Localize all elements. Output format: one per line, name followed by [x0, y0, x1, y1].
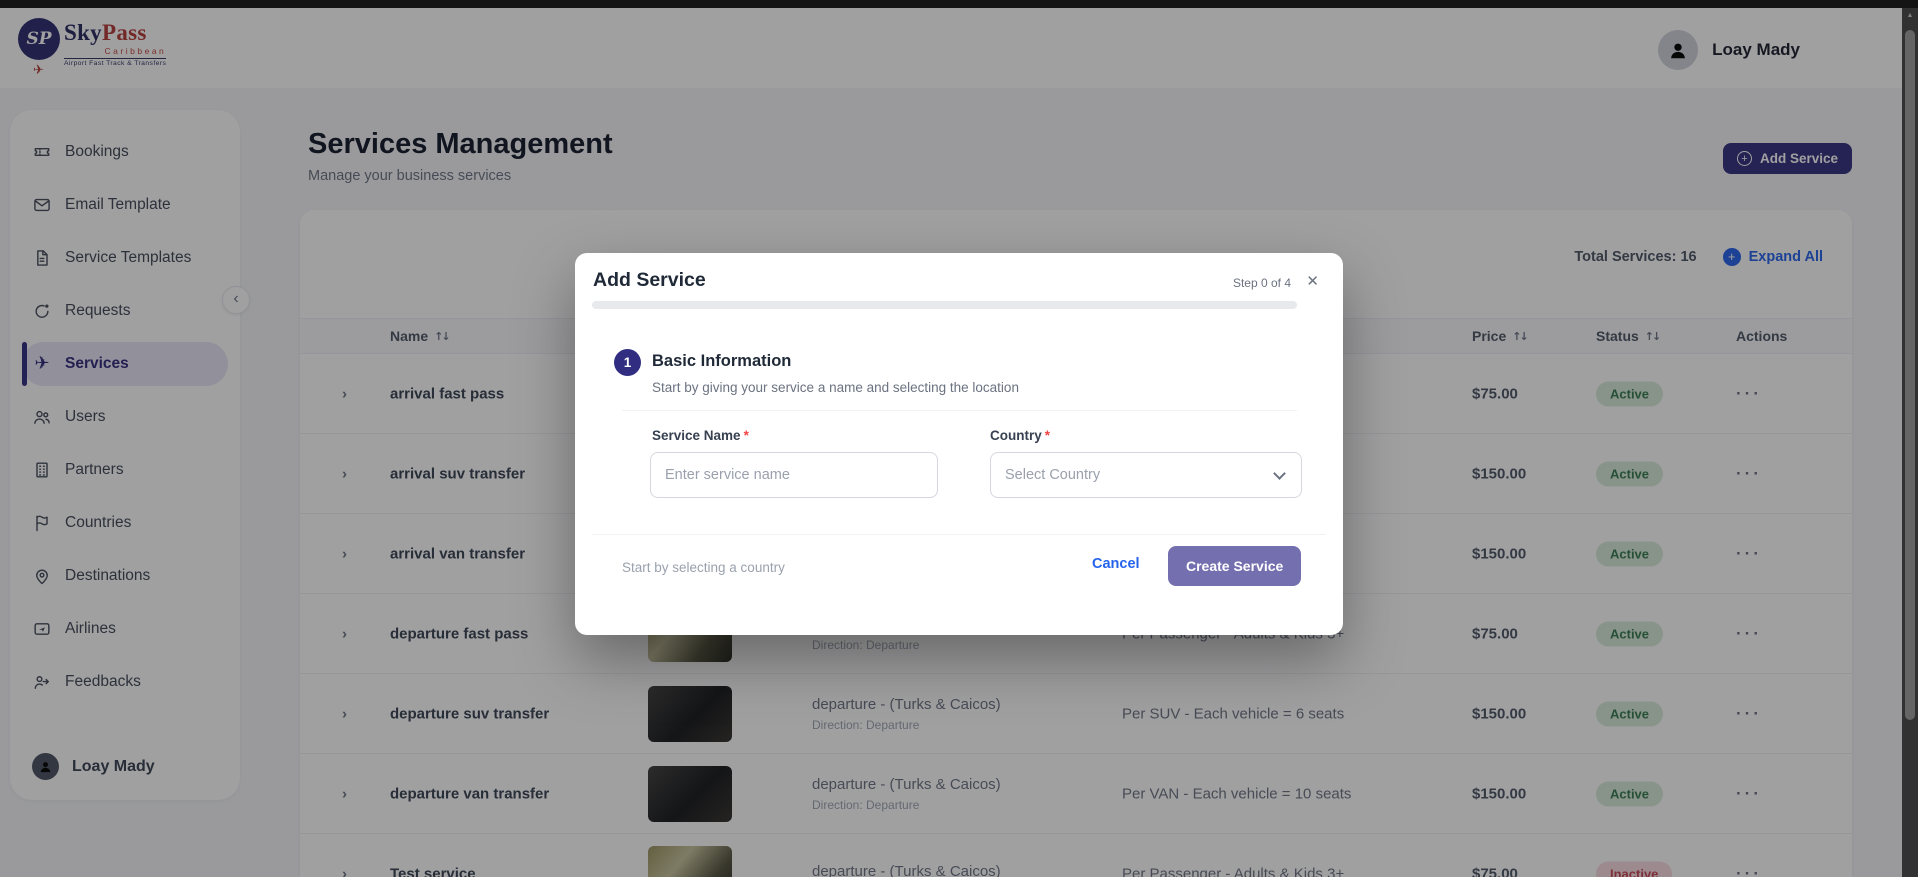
country-select[interactable]: Select Country — [990, 452, 1302, 498]
chevron-down-icon — [1273, 467, 1286, 480]
progress-bar — [592, 301, 1297, 309]
helper-text: Start by selecting a country — [622, 560, 785, 575]
service-name-label: Service Name * — [652, 428, 749, 443]
step-number-badge: 1 — [614, 349, 641, 376]
close-icon[interactable]: ✕ — [1306, 272, 1319, 290]
service-name-input[interactable] — [650, 452, 938, 498]
country-label: Country * — [990, 428, 1051, 443]
cancel-button[interactable]: Cancel — [1092, 556, 1140, 572]
required-asterisk: * — [1044, 428, 1051, 443]
section-description: Start by giving your service a name and … — [652, 380, 1019, 395]
modal-title: Add Service — [593, 269, 706, 291]
required-asterisk: * — [743, 428, 749, 443]
section-title: Basic Information — [652, 352, 792, 370]
divider — [622, 410, 1297, 411]
divider — [592, 534, 1326, 535]
create-service-button[interactable]: Create Service — [1168, 546, 1302, 586]
add-service-modal: Add Service Step 0 of 4 ✕ 1 Basic Inform… — [575, 253, 1343, 635]
step-indicator: Step 0 of 4 — [1232, 276, 1291, 290]
